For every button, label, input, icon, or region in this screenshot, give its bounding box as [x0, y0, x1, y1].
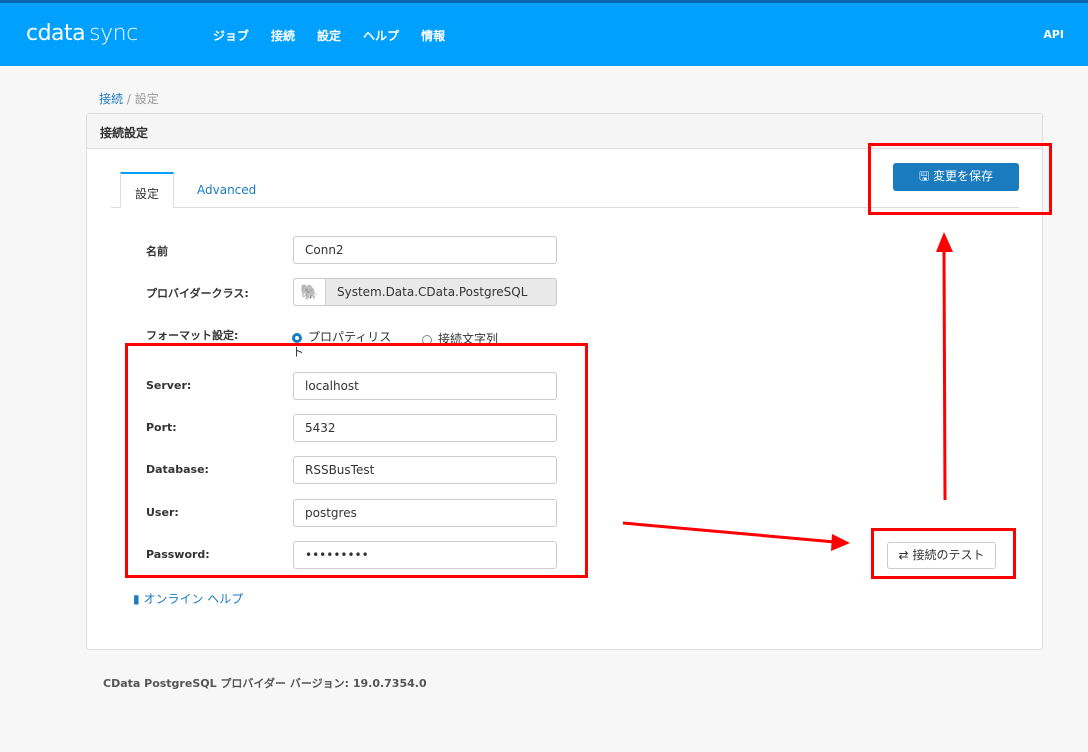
book-icon: ▮: [133, 592, 140, 606]
radio-checked-icon: [292, 332, 302, 343]
highlight-box-test: [871, 528, 1016, 579]
name-row: 名前 Conn2: [146, 236, 566, 264]
postgresql-elephant-icon: 🐘: [294, 279, 326, 305]
nav-jobs[interactable]: ジョブ: [213, 27, 249, 44]
highlight-box-save: [868, 143, 1052, 215]
highlight-box-fields: [125, 343, 588, 578]
tab-settings[interactable]: 設定: [120, 172, 175, 208]
nav-connections[interactable]: 接続: [271, 27, 295, 44]
nav-menu: ジョブ 接続 設定 ヘルプ 情報: [213, 27, 445, 44]
name-input[interactable]: Conn2: [293, 236, 557, 264]
breadcrumb: 接続 / 設定: [99, 90, 159, 107]
nav-settings[interactable]: 設定: [317, 27, 341, 44]
cdata-sync-logo[interactable]: cdata sync: [26, 21, 138, 46]
breadcrumb-current: 設定: [134, 92, 159, 106]
provider-field: 🐘 System.Data.CData.PostgreSQL: [293, 278, 557, 306]
breadcrumb-sep: /: [126, 92, 131, 106]
online-help-link[interactable]: ▮ オンライン ヘルプ: [133, 590, 243, 607]
provider-label: プロバイダークラス:: [146, 287, 249, 300]
nav-help[interactable]: ヘルプ: [363, 27, 399, 44]
tab-advanced[interactable]: Advanced: [183, 172, 270, 208]
provider-version: CData PostgreSQL プロバイダー バージョン: 19.0.7354…: [103, 677, 427, 690]
logo-sub: sync: [89, 21, 138, 46]
format-label: フォーマット設定:: [146, 329, 239, 342]
nav-info[interactable]: 情報: [421, 27, 445, 44]
top-navbar: cdata sync ジョブ 接続 設定 ヘルプ 情報 API: [0, 0, 1088, 66]
logo-text: cdata: [26, 21, 86, 46]
name-label: 名前: [146, 245, 168, 258]
breadcrumb-connections[interactable]: 接続: [99, 92, 123, 106]
nav-api[interactable]: API: [1043, 28, 1064, 41]
provider-value: System.Data.CData.PostgreSQL: [337, 285, 528, 299]
provider-row: プロバイダークラス: 🐘 System.Data.CData.PostgreSQL: [146, 278, 566, 306]
help-label: オンライン ヘルプ: [143, 592, 244, 606]
